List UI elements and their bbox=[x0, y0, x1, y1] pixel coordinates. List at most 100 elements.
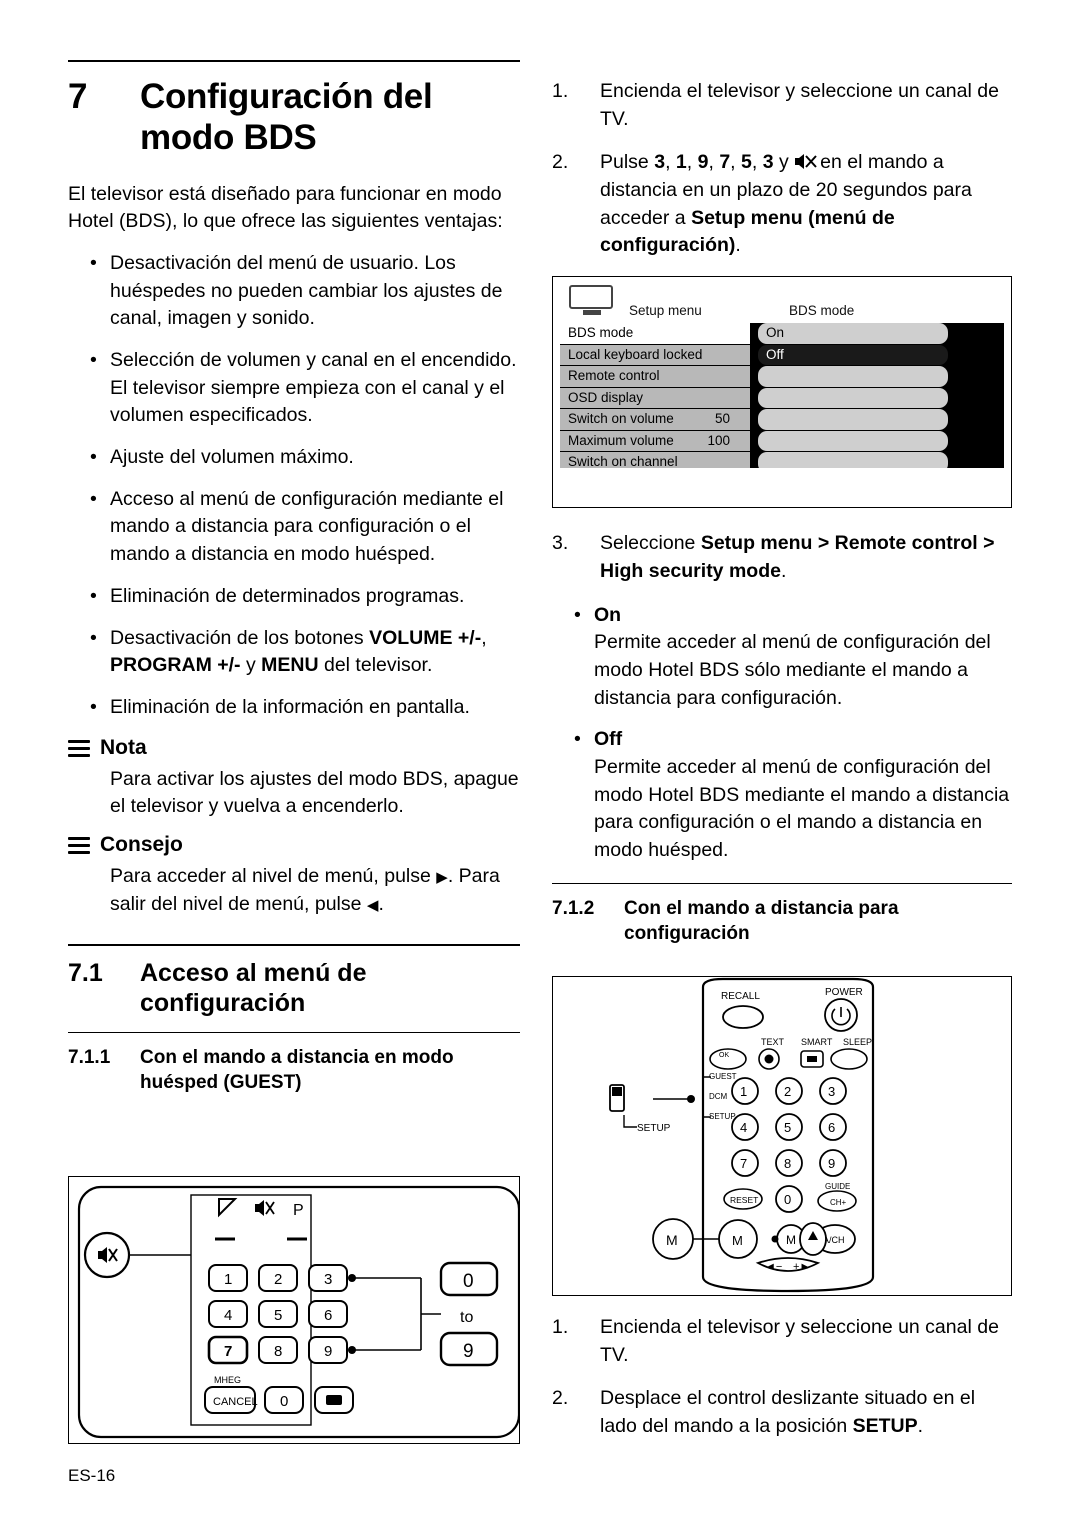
volume-icon bbox=[218, 1198, 238, 1218]
menu-option-blank[interactable] bbox=[758, 366, 948, 387]
step-number: 1. bbox=[552, 80, 569, 102]
menu-option-blank[interactable] bbox=[758, 430, 948, 452]
svg-text:1: 1 bbox=[740, 1084, 747, 1099]
menu-option-blank[interactable] bbox=[758, 409, 948, 430]
step-text: Encienda el televisor y seleccione un ca… bbox=[600, 80, 999, 130]
section-711-heading: 7.1.1 Con el mando a distancia en modo hué… bbox=[68, 1045, 520, 1095]
list-item: Ajuste del volumen máximo. bbox=[68, 444, 520, 472]
list-item: 2. Desplace el control deslizante situado… bbox=[552, 1385, 1012, 1440]
note-icon bbox=[68, 737, 90, 759]
guest-label: GUEST bbox=[709, 1072, 737, 1081]
subsection-rule bbox=[68, 1032, 520, 1034]
svg-text:1: 1 bbox=[224, 1271, 232, 1288]
svg-text:3: 3 bbox=[324, 1271, 332, 1288]
chapter-rule bbox=[68, 60, 520, 62]
menu-option-on[interactable]: On bbox=[758, 323, 948, 344]
cancel-label: CANCEL bbox=[213, 1396, 258, 1408]
breadcrumb-level-2: BDS mode bbox=[789, 303, 855, 319]
menu-item-switch-on-volume[interactable]: Switch on volume 50 bbox=[560, 409, 750, 430]
tip-heading: Consejo bbox=[68, 833, 520, 857]
ch-plus-label: CH+ bbox=[830, 1198, 847, 1207]
menu-item-osd-display[interactable]: OSD display bbox=[560, 387, 750, 409]
recall-button bbox=[722, 1005, 764, 1029]
guide-label: GUIDE bbox=[825, 1182, 850, 1191]
tip-icon bbox=[68, 834, 90, 856]
menu-item-remote-control[interactable]: Remote control bbox=[560, 366, 750, 387]
svg-text:8: 8 bbox=[274, 1343, 282, 1360]
left-arrow-icon: ◀ bbox=[366, 896, 379, 914]
guest-remote-figure: P 1 2 3 4 5 6 7 8 9 MHEG CANCEL 0 0 to 9 bbox=[68, 1176, 521, 1444]
breadcrumb: Setup menu BDS mode bbox=[629, 303, 854, 319]
menu-item-maximum-volume[interactable]: Maximum volume 100 bbox=[560, 430, 750, 452]
svg-text:6: 6 bbox=[828, 1120, 835, 1135]
svg-text:7: 7 bbox=[224, 1343, 232, 1360]
section-712-heading: 7.1.2 Con el mando a distancia para config… bbox=[552, 896, 1012, 946]
recall-label: RECALL bbox=[721, 991, 760, 1002]
section-rule bbox=[68, 944, 520, 947]
step-3-block: 3. Seleccione Setup menu > Remote control… bbox=[552, 530, 1012, 585]
setup-remote-diagram: RECALL POWER TEXT SMART SLEEP OK GUEST D… bbox=[609, 977, 875, 1293]
svg-text:4: 4 bbox=[740, 1120, 747, 1135]
section-712-title: Con el mando a distancia para configuraci… bbox=[624, 897, 899, 944]
section-71-title: Acceso al menú de configuración bbox=[140, 959, 367, 1018]
svg-text:0: 0 bbox=[784, 1192, 791, 1207]
callout-to-label: to bbox=[460, 1309, 473, 1326]
right-arrow-icon: ▶ bbox=[436, 868, 448, 886]
menu-item-bds-mode[interactable]: BDS mode bbox=[560, 323, 750, 344]
steps-top: 1. Encienda el televisor y seleccione un … bbox=[552, 78, 1012, 260]
subtitle-icon bbox=[326, 1395, 342, 1405]
power-label: POWER bbox=[825, 987, 863, 998]
tv-icon bbox=[569, 285, 615, 317]
list-item: 1. Encienda el televisor y seleccione un … bbox=[552, 78, 1012, 133]
note-heading: Nota bbox=[68, 736, 520, 760]
mute-small-icon bbox=[255, 1200, 275, 1216]
chapter-heading: 7 Configuración del modo BDS bbox=[68, 76, 520, 159]
menu-option-blank[interactable] bbox=[758, 387, 948, 409]
list-item: Eliminación de determinados programas. bbox=[68, 583, 520, 611]
right-column: 1. Encienda el televisor y seleccione un … bbox=[552, 78, 1012, 954]
steps-bottom-block: 1. Encienda el televisor y seleccione un … bbox=[552, 1314, 1012, 1457]
setup-callout-label: SETUP bbox=[637, 1123, 671, 1134]
breadcrumb-level-1: Setup menu bbox=[629, 303, 702, 319]
note-title: Nota bbox=[100, 735, 147, 759]
tip-title: Consejo bbox=[100, 832, 183, 856]
sleep-label: SLEEP bbox=[843, 1037, 872, 1047]
ok-label: OK bbox=[719, 1052, 729, 1059]
chapter-title: Configuración del modo BDS bbox=[140, 77, 433, 158]
m-center-label: M bbox=[786, 1233, 796, 1247]
step-number: 2. bbox=[552, 1387, 569, 1410]
steps-bottom: 1. Encienda el televisor y seleccione un … bbox=[552, 1314, 1012, 1441]
tip-block: Consejo Para acceder al nivel de menú, p… bbox=[68, 833, 520, 918]
step-text: Seleccione Setup menu > Remote control >… bbox=[600, 532, 995, 582]
list-item: Desactivación del menú de usuario. Los h… bbox=[68, 250, 520, 333]
list-item-option-on: On Permite acceder al menú de configurac… bbox=[552, 602, 1012, 713]
note-text: Para activar los ajustes del modo BDS, a… bbox=[110, 767, 519, 818]
tv-menu-footer bbox=[560, 468, 1004, 501]
tip-text: Para acceder al nivel de menú, pulse ▶. … bbox=[110, 864, 500, 915]
guest-remote-diagram: P 1 2 3 4 5 6 7 8 9 MHEG CANCEL 0 0 to 9 bbox=[77, 1185, 521, 1439]
svg-text:9: 9 bbox=[828, 1156, 835, 1171]
mheg-label: MHEG bbox=[214, 1375, 241, 1385]
subsection-rule-712 bbox=[552, 882, 1012, 884]
dcm-label: DCM bbox=[709, 1092, 728, 1101]
setup-remote-figure: RECALL POWER TEXT SMART SLEEP OK GUEST D… bbox=[552, 976, 1012, 1296]
mute-icon bbox=[795, 154, 817, 170]
step-number: 2. bbox=[552, 151, 569, 174]
list-item-key-sequence: 2. Pulse 3, 1, 9, 7, 5, 3 y en el mando a… bbox=[552, 149, 1012, 260]
menu-option-off[interactable]: Off bbox=[758, 344, 948, 366]
text-label: TEXT bbox=[761, 1037, 785, 1047]
menu-item-local-keyboard-locked[interactable]: Local keyboard locked bbox=[560, 344, 750, 366]
sleep-button bbox=[830, 1048, 868, 1070]
smart-label: SMART bbox=[801, 1037, 833, 1047]
list-item: 1. Encienda el televisor y seleccione un … bbox=[552, 1314, 1012, 1369]
section-71-number: 7.1 bbox=[68, 959, 103, 988]
section-711-title: Con el mando a distancia en modo huésped … bbox=[140, 1047, 454, 1094]
svg-text:5: 5 bbox=[274, 1307, 282, 1324]
list-item-option-off: Off Permite acceder al menú de configura… bbox=[552, 726, 1012, 864]
list-item: 3. Seleccione Setup menu > Remote control… bbox=[552, 530, 1012, 585]
setup-label: SETUP bbox=[709, 1112, 736, 1121]
svg-text:6: 6 bbox=[324, 1307, 332, 1324]
svg-text:M: M bbox=[666, 1232, 678, 1248]
document-page: 7 Configuración del modo BDS El televisor … bbox=[0, 0, 1080, 1527]
svg-text:5: 5 bbox=[784, 1120, 791, 1135]
